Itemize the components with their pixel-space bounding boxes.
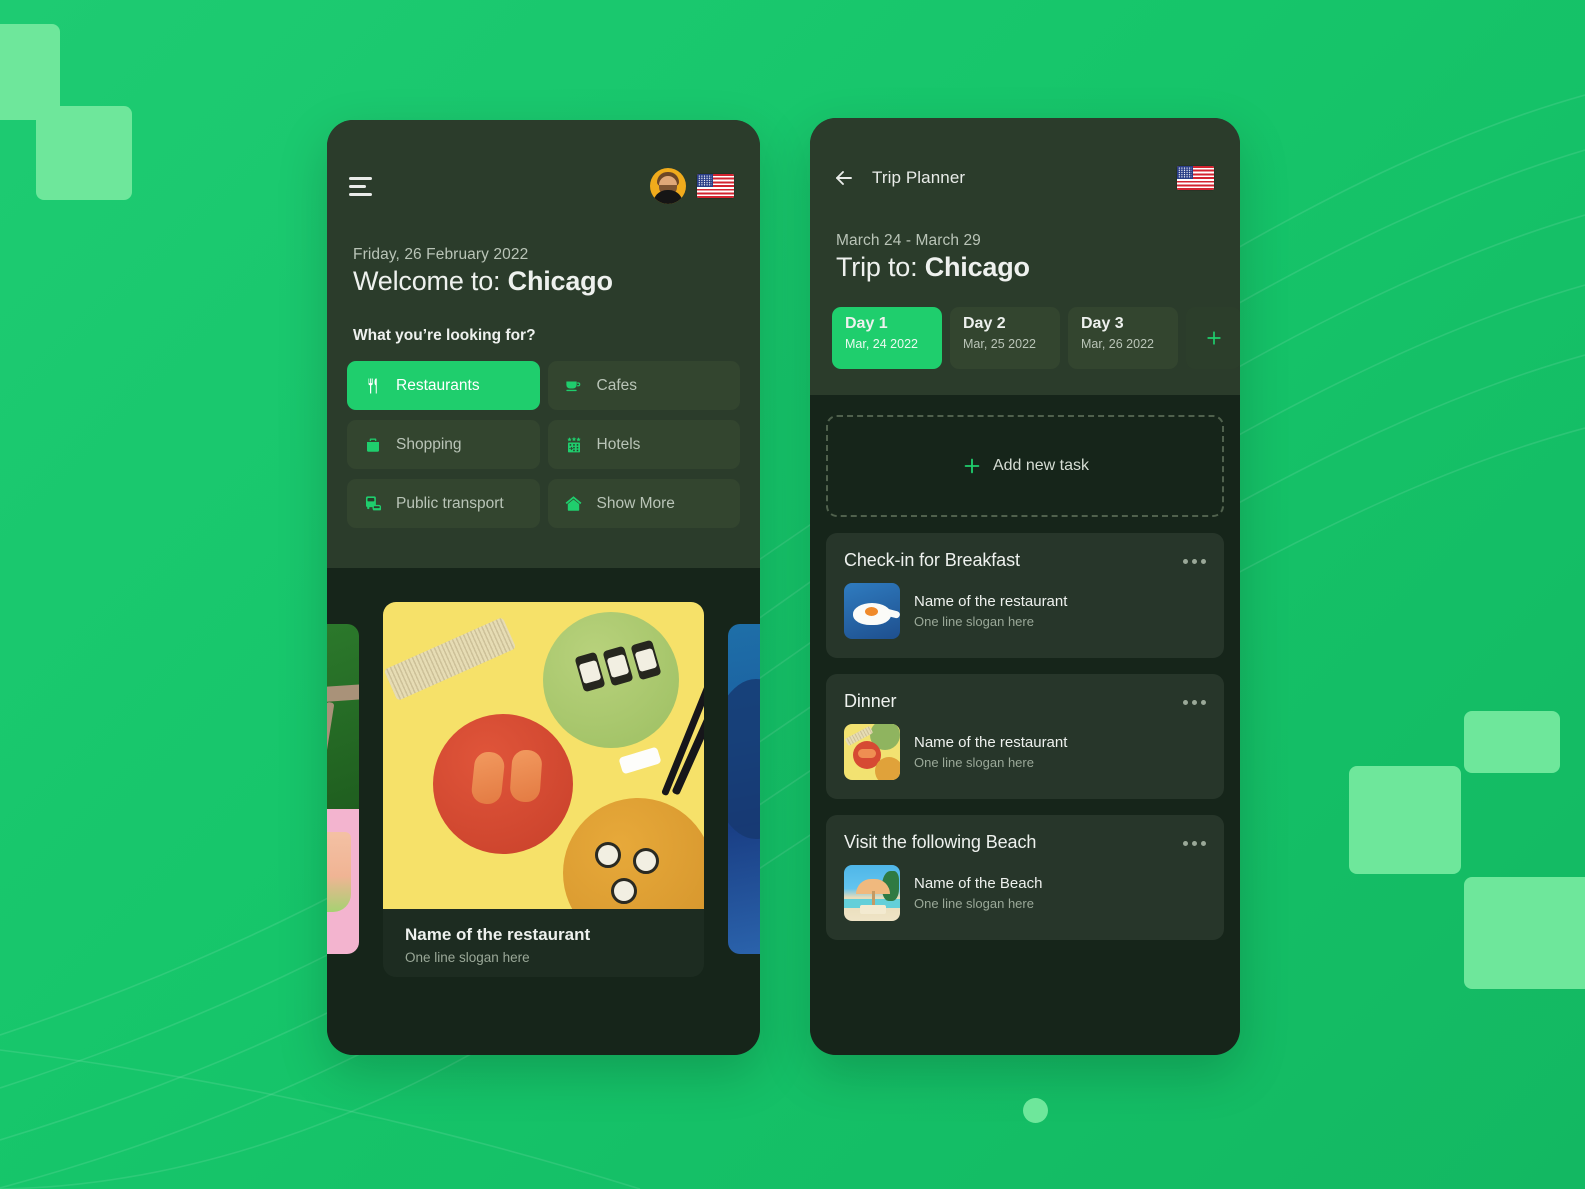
category-chip-hotels[interactable]: Hotels <box>547 420 740 469</box>
add-new-task-button[interactable]: Add new task <box>826 415 1224 517</box>
day-tab-label: Day 2 <box>963 315 1006 332</box>
trip-top-panel: Trip Planner March 24 - March 29 Trip to… <box>810 118 1240 395</box>
decor-square <box>1349 766 1461 874</box>
decor-square <box>36 106 132 200</box>
discover-header <box>327 120 760 204</box>
sushi-plates-photo <box>383 602 704 909</box>
add-new-task-label: Add new task <box>992 457 1090 474</box>
welcome-city: Chicago <box>507 266 613 296</box>
restaurant-carousel[interactable]: Name of the restaurant One line slogan h… <box>327 602 760 977</box>
current-date: Friday, 26 February 2022 <box>353 246 529 263</box>
plus-icon <box>1204 328 1224 348</box>
carousel-card-next[interactable] <box>728 624 760 954</box>
category-chip-label: Restaurants <box>396 376 480 394</box>
page-background <box>0 0 1585 1189</box>
featured-restaurant-card[interactable]: Name of the restaurant One line slogan h… <box>383 602 704 977</box>
bus-car-icon <box>363 494 383 514</box>
user-avatar[interactable] <box>650 168 686 204</box>
breakfast-egg-photo <box>844 583 900 639</box>
task-card-dinner[interactable]: Dinner Name of the restaurant One line s… <box>826 674 1224 799</box>
day-tab-3[interactable]: Day 3 Mar, 26 2022 <box>1068 307 1178 369</box>
featured-carousel-section: Name of the restaurant One line slogan h… <box>327 568 760 1055</box>
category-chip-cafes[interactable]: Cafes <box>547 361 740 410</box>
day-tab-label: Day 1 <box>845 315 888 332</box>
trip-header: Trip Planner <box>810 118 1240 190</box>
task-slogan: One line slogan here <box>914 755 1034 770</box>
trip-prefix: Trip to: <box>836 252 925 282</box>
category-chip-show-more[interactable]: Show More <box>547 479 740 528</box>
phone-screen-trip-planner: Trip Planner March 24 - March 29 Trip to… <box>810 118 1240 1055</box>
day-tab-date: Mar, 24 2022 <box>845 337 918 351</box>
trip-date-range: March 24 - March 29 <box>836 232 981 249</box>
category-chip-label: Shopping <box>396 435 462 453</box>
category-chip-label: Hotels <box>596 435 641 453</box>
task-title: Dinner <box>844 691 897 711</box>
search-prompt: What you’re looking for? <box>353 327 536 344</box>
task-slogan: One line slogan here <box>914 614 1034 629</box>
day-tab-label: Day 3 <box>1081 315 1124 332</box>
decor-square <box>1464 877 1585 989</box>
task-place-name: Name of the Beach <box>914 875 1043 892</box>
beach-umbrella-photo <box>844 865 900 921</box>
task-card-beach[interactable]: Visit the following Beach Name of the Be… <box>826 815 1224 940</box>
category-chip-restaurants[interactable]: Restaurants <box>347 361 540 410</box>
add-day-button[interactable] <box>1186 307 1240 369</box>
task-place-name: Name of the restaurant <box>914 593 1068 610</box>
category-chip-label: Show More <box>596 494 675 512</box>
trip-city: Chicago <box>924 252 1030 282</box>
sushi-plates-photo <box>844 724 900 780</box>
decor-square <box>1464 711 1560 773</box>
hamburger-menu-icon[interactable] <box>349 176 372 196</box>
welcome-prefix: Welcome to: <box>353 266 508 296</box>
back-arrow-icon[interactable] <box>832 166 856 190</box>
day-tab-bar: Day 1 Mar, 24 2022 Day 2 Mar, 25 2022 Da… <box>810 283 1240 395</box>
background-wave-lines <box>0 94 1585 1189</box>
home-icon <box>564 494 584 514</box>
day-tab-2[interactable]: Day 2 Mar, 25 2022 <box>950 307 1060 369</box>
featured-card-subtitle: One line slogan here <box>405 950 530 965</box>
welcome-title: Welcome to: Chicago <box>327 264 760 297</box>
more-options-icon[interactable] <box>1183 550 1206 564</box>
category-chip-public-transport[interactable]: Public transport <box>347 479 540 528</box>
hotel-icon <box>564 435 584 455</box>
day-tab-date: Mar, 26 2022 <box>1081 337 1154 351</box>
task-card-breakfast[interactable]: Check-in for Breakfast Name of the resta… <box>826 533 1224 658</box>
more-options-icon[interactable] <box>1183 832 1206 846</box>
us-flag-icon[interactable] <box>1177 166 1214 190</box>
task-title: Check-in for Breakfast <box>844 550 1020 570</box>
day-tab-date: Mar, 25 2022 <box>963 337 1036 351</box>
category-chip-label: Public transport <box>396 494 504 512</box>
plus-icon <box>961 455 983 477</box>
task-slogan: One line slogan here <box>914 896 1034 911</box>
category-chip-label: Cafes <box>596 376 638 394</box>
category-chip-grid: Restaurants Cafes Shopping Hotels Public… <box>327 345 760 568</box>
phone-screen-discover: Friday, 26 February 2022 Welcome to: Chi… <box>327 120 760 1055</box>
carousel-card-previous[interactable] <box>327 624 359 954</box>
home-indicator-dot <box>1023 1098 1048 1123</box>
fork-knife-icon <box>363 376 383 396</box>
task-list-section: Add new task Check-in for Breakfast Name… <box>810 395 1240 1055</box>
day-tab-1[interactable]: Day 1 Mar, 24 2022 <box>832 307 942 369</box>
task-title: Visit the following Beach <box>844 832 1037 852</box>
us-flag-icon[interactable] <box>697 174 734 198</box>
task-place-name: Name of the restaurant <box>914 734 1068 751</box>
page-title: Trip Planner <box>872 168 966 187</box>
discover-top-panel: Friday, 26 February 2022 Welcome to: Chi… <box>327 120 760 568</box>
category-chip-shopping[interactable]: Shopping <box>347 420 540 469</box>
coffee-cup-icon <box>564 376 584 396</box>
featured-card-title: Name of the restaurant <box>405 925 591 944</box>
more-options-icon[interactable] <box>1183 691 1206 705</box>
trip-title: Trip to: Chicago <box>810 250 1240 283</box>
shopping-bag-icon <box>363 435 383 455</box>
